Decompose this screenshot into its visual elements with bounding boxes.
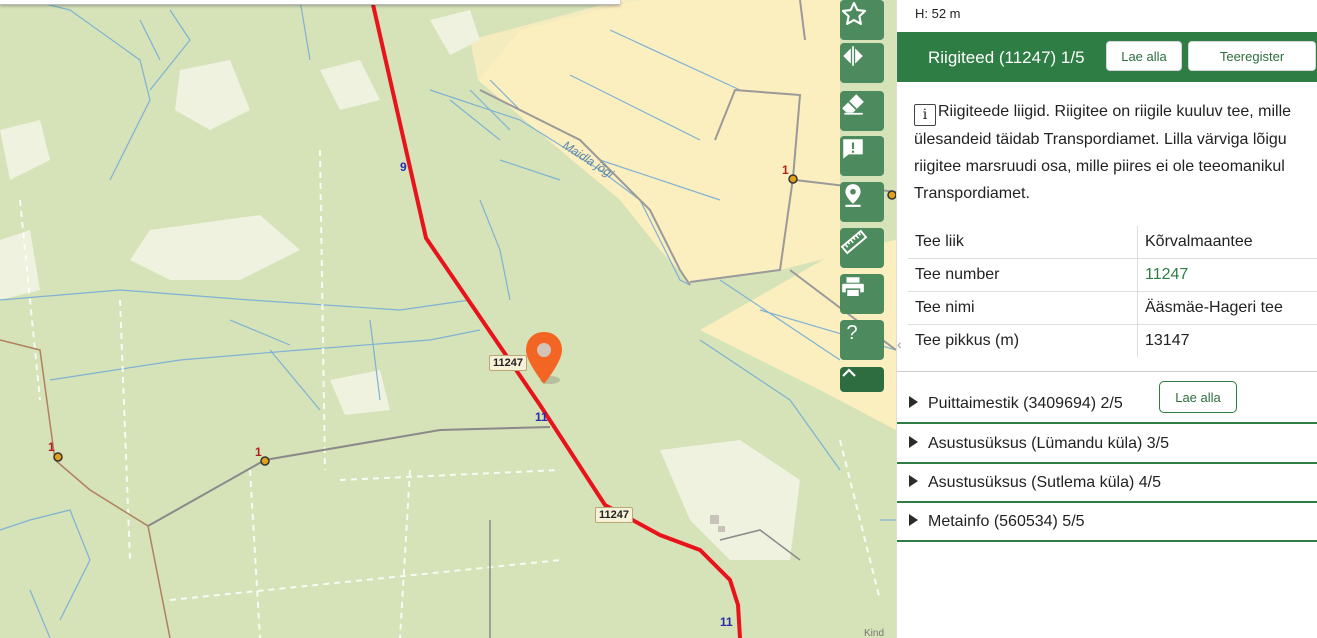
svg-text:?: ?	[846, 322, 857, 344]
help-button[interactable]: ?	[840, 320, 884, 360]
property-value: Kõrvalmaantee	[1145, 233, 1253, 250]
section-title: Puittaimestik (3409694) 2/5	[928, 395, 1123, 412]
expand-triangle-icon	[909, 436, 918, 448]
property-key: Tee nimi	[908, 291, 1138, 325]
section-asustusuksus-lumandu[interactable]: Asustusüksus (Lümandu küla) 3/5	[897, 424, 1317, 464]
download-button[interactable]: Lae alla	[1106, 41, 1182, 71]
section-asustusuksus-sutlema[interactable]: Asustusüksus (Sutlema küla) 4/5	[897, 463, 1317, 503]
road-info-text: i Riigiteede liigid. Riigitee on riigile …	[914, 103, 1292, 202]
scale-text: Kind	[864, 628, 885, 638]
table-row: Tee liik Kõrvalmaantee	[908, 226, 1317, 259]
chevron-up-icon	[842, 368, 856, 377]
map-canvas	[0, 0, 896, 638]
clearing	[175, 60, 250, 130]
section-title: Riigiteed (11247) 1/5	[928, 48, 1085, 67]
location-marker-icon[interactable]	[524, 330, 568, 388]
toolbar-collapse-button[interactable]	[840, 367, 884, 392]
clear-button[interactable]	[840, 91, 884, 131]
location-button[interactable]	[840, 182, 884, 222]
clearing	[330, 370, 390, 415]
popup-edge	[0, 0, 620, 5]
star-icon	[841, 1, 867, 25]
building	[710, 515, 719, 524]
property-key: Tee liik	[908, 226, 1138, 259]
property-value: Ääsmäe-Hageri tee	[1137, 291, 1317, 325]
road-register-button[interactable]: Teeregister	[1188, 41, 1316, 71]
info-panel: H: 52 m Riigiteed (11247) 1/5 Lae alla T…	[896, 0, 1317, 638]
expand-triangle-icon	[909, 475, 918, 487]
clearing	[0, 120, 50, 180]
divider	[897, 371, 1317, 372]
section-header-riigiteed[interactable]: Riigiteed (11247) 1/5 Lae alla Teeregist…	[897, 32, 1317, 82]
table-row: Tee nimi Ääsmäe-Hageri tee	[908, 291, 1317, 325]
clearing	[0, 230, 40, 300]
download-button[interactable]: Lae alla	[1159, 381, 1237, 413]
comment-exclamation-icon	[843, 139, 863, 159]
printer-icon	[842, 277, 864, 298]
ruler-icon	[840, 229, 868, 255]
clearing	[320, 60, 380, 110]
expand-triangle-icon	[909, 396, 918, 408]
favorite-button[interactable]	[840, 0, 884, 40]
road-label: 11247	[489, 355, 527, 371]
node-number: 1	[782, 163, 789, 177]
split-arrows-icon	[843, 46, 863, 66]
property-key: Tee pikkus (m)	[908, 324, 1138, 357]
info-icon[interactable]: i	[914, 104, 936, 126]
road-properties-table: Tee liik Kõrvalmaantee Tee number 11247 …	[908, 226, 1317, 357]
feedback-button[interactable]	[840, 136, 884, 176]
question-icon: ?	[846, 322, 857, 344]
building	[718, 526, 725, 532]
section-title: Asustusüksus (Lümandu küla) 3/5	[928, 435, 1170, 452]
road-number: 9	[400, 160, 407, 174]
section-metainfo[interactable]: Metainfo (560534) 5/5	[897, 502, 1317, 542]
node-number: 1	[255, 445, 262, 459]
expand-triangle-icon	[909, 514, 918, 526]
eraser-icon	[842, 94, 864, 115]
road-label: 11247	[595, 507, 633, 523]
section-puittaimestik[interactable]: Puittaimestik (3409694) 2/5 Lae alla	[897, 381, 1317, 424]
table-row: Tee number 11247	[908, 258, 1317, 292]
measure-button[interactable]	[840, 228, 884, 268]
property-key: Tee number	[908, 258, 1138, 292]
road-number: 11	[720, 615, 733, 629]
map-view[interactable]: Maidla jõgi 11247 11247 9 11 11 1 1 1 Ki…	[0, 0, 896, 638]
print-button[interactable]	[840, 274, 884, 314]
height-readout: H: 52 m	[915, 6, 961, 21]
property-value: 13147	[1137, 324, 1317, 357]
road-number: 11	[535, 410, 548, 424]
table-row: Tee pikkus (m) 13147	[908, 324, 1317, 357]
panel-toggle-icon[interactable]: ‹	[897, 336, 907, 352]
location-pin-icon	[845, 184, 861, 207]
section-title: Metainfo (560534) 5/5	[928, 513, 1085, 530]
compare-button[interactable]	[840, 43, 884, 83]
clearing	[130, 215, 300, 280]
section-title: Asustusüksus (Sutlema küla) 4/5	[928, 474, 1161, 491]
node-number: 1	[48, 440, 55, 454]
road-number-link[interactable]: 11247	[1137, 258, 1317, 292]
field-area	[478, 0, 840, 282]
